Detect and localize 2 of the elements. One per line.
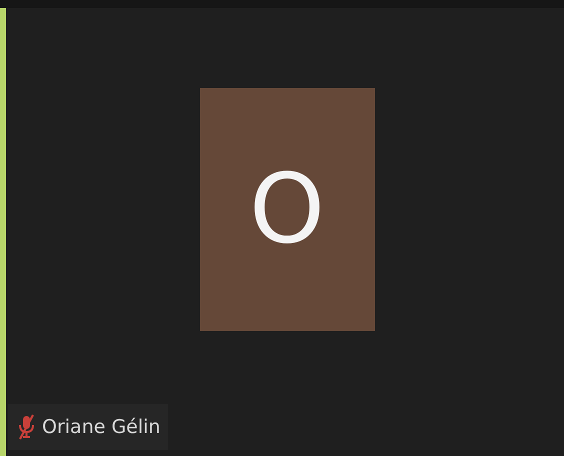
- participant-name: Oriane Gélin: [42, 416, 160, 438]
- avatar-initial: O: [200, 88, 374, 330]
